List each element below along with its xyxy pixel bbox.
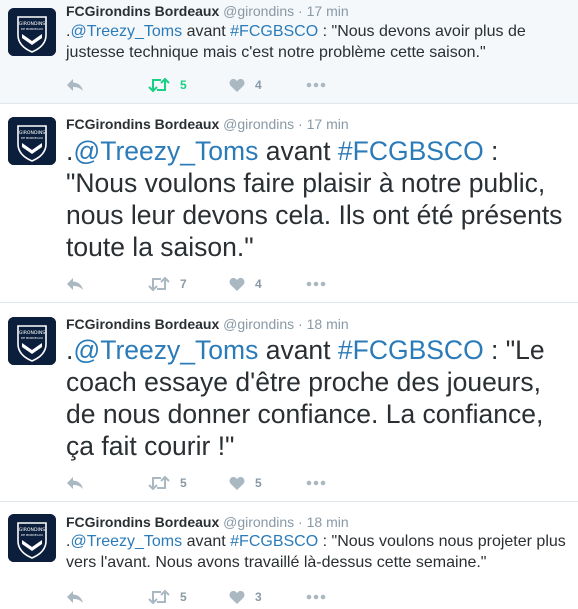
text-mid: avant <box>182 533 231 550</box>
tweet-header: FCGirondins Bordeaux @girondins · 18 min <box>66 315 570 333</box>
author-fullname[interactable]: FCGirondins Bordeaux <box>66 514 219 530</box>
separator-dot: · <box>298 3 303 19</box>
logo-text-bottom: DE BORDEAUX <box>21 533 43 537</box>
more-icon <box>306 82 326 88</box>
author-handle[interactable]: @girondins <box>223 116 294 132</box>
retweet-count: 5 <box>180 78 187 92</box>
tweet-text: .@Treezy_Toms avant #FCGBSCO : "Nous vou… <box>66 531 570 573</box>
reply-icon <box>67 278 83 290</box>
logo-text-bottom: DE BORDEAUX <box>21 336 43 340</box>
author-fullname[interactable]: FCGirondins Bordeaux <box>66 3 219 19</box>
logo-text-bottom: DE BORDEAUX <box>21 136 43 140</box>
timestamp[interactable]: 17 min <box>307 3 349 19</box>
timestamp[interactable]: 18 min <box>307 514 349 530</box>
tweet[interactable]: GIRONDINS DE BORDEAUX FCGirondins Bordea… <box>0 503 578 609</box>
author-handle[interactable]: @girondins <box>223 514 294 530</box>
hashtag-link[interactable]: #FCGBSCO <box>230 533 318 550</box>
more-button[interactable] <box>306 274 326 294</box>
like-button[interactable]: 3 <box>229 587 262 607</box>
mention-link[interactable]: @Treezy_Toms <box>73 136 258 166</box>
tweet-actions: 5 5 <box>66 473 346 493</box>
tweet[interactable]: GIRONDINS DE BORDEAUX FCGirondins Bordea… <box>0 0 578 104</box>
tweet[interactable]: GIRONDINS DE BORDEAUX FCGirondins Bordea… <box>0 304 578 502</box>
logo-text-bottom: DE BORDEAUX <box>21 27 43 31</box>
heart-icon <box>229 590 245 604</box>
like-count: 5 <box>255 476 262 490</box>
girondins-crest-logo: GIRONDINS DE BORDEAUX <box>8 317 56 365</box>
retweet-icon <box>148 77 170 93</box>
reply-icon <box>67 79 83 91</box>
retweet-count: 5 <box>180 476 187 490</box>
reply-icon <box>67 477 83 489</box>
avatar[interactable]: GIRONDINS DE BORDEAUX <box>8 317 56 365</box>
separator-dot: · <box>298 116 303 132</box>
retweet-icon <box>148 589 170 605</box>
girondins-crest-logo: GIRONDINS DE BORDEAUX <box>8 8 56 56</box>
retweet-button[interactable]: 5 <box>148 473 187 493</box>
more-icon <box>306 480 326 486</box>
text-mid: avant <box>258 136 338 166</box>
hashtag-link[interactable]: #FCGBSCO <box>338 136 484 166</box>
author-handle[interactable]: @girondins <box>223 3 294 19</box>
like-count: 4 <box>255 78 262 92</box>
heart-icon <box>229 476 245 490</box>
tweet-header: FCGirondins Bordeaux @girondins · 17 min <box>66 115 570 133</box>
retweet-button[interactable]: 5 <box>148 587 187 607</box>
author-fullname[interactable]: FCGirondins Bordeaux <box>66 316 219 332</box>
tweet-text: .@Treezy_Toms avant #FCGBSCO : "Nous vou… <box>66 135 570 263</box>
tweet-actions: 5 4 <box>66 75 346 95</box>
separator-dot: · <box>298 316 303 332</box>
text-mid: avant <box>182 23 231 40</box>
hashtag-link[interactable]: #FCGBSCO <box>338 335 484 365</box>
like-button[interactable]: 5 <box>229 473 262 493</box>
tweet-actions: 5 3 <box>66 587 346 607</box>
tweet-text: .@Treezy_Toms avant #FCGBSCO : "Le coach… <box>66 334 570 462</box>
author-handle[interactable]: @girondins <box>223 316 294 332</box>
retweet-count: 7 <box>180 277 187 291</box>
girondins-crest-logo: GIRONDINS DE BORDEAUX <box>8 117 56 165</box>
mention-link[interactable]: @Treezy_Toms <box>70 23 182 40</box>
tweet[interactable]: GIRONDINS DE BORDEAUX FCGirondins Bordea… <box>0 105 578 303</box>
like-count: 3 <box>255 590 262 604</box>
tweet-text: .@Treezy_Toms avant #FCGBSCO : "Nous dev… <box>66 21 570 63</box>
mention-link[interactable]: @Treezy_Toms <box>70 533 182 550</box>
reply-icon <box>67 591 83 603</box>
heart-icon <box>229 277 245 291</box>
more-button[interactable] <box>306 75 326 95</box>
timestamp[interactable]: 17 min <box>307 116 349 132</box>
more-icon <box>306 594 326 600</box>
timestamp[interactable]: 18 min <box>307 316 349 332</box>
reply-button[interactable] <box>66 473 84 493</box>
more-button[interactable] <box>306 473 326 493</box>
avatar[interactable]: GIRONDINS DE BORDEAUX <box>8 514 56 562</box>
retweet-icon <box>148 475 170 491</box>
hashtag-link[interactable]: #FCGBSCO <box>230 23 318 40</box>
reply-button[interactable] <box>66 587 84 607</box>
retweet-button[interactable]: 5 <box>148 75 187 95</box>
author-fullname[interactable]: FCGirondins Bordeaux <box>66 116 219 132</box>
retweet-icon <box>148 276 170 292</box>
avatar[interactable]: GIRONDINS DE BORDEAUX <box>8 117 56 165</box>
tweet-header: FCGirondins Bordeaux @girondins · 18 min <box>66 513 570 531</box>
like-button[interactable]: 4 <box>229 274 262 294</box>
tweet-header: FCGirondins Bordeaux @girondins · 17 min <box>66 2 570 20</box>
separator-dot: · <box>298 514 303 530</box>
tweet-actions: 7 4 <box>66 274 346 294</box>
retweet-count: 5 <box>180 590 187 604</box>
more-icon <box>306 281 326 287</box>
heart-icon <box>229 78 245 92</box>
reply-button[interactable] <box>66 75 84 95</box>
reply-button[interactable] <box>66 274 84 294</box>
like-count: 4 <box>255 277 262 291</box>
avatar[interactable]: GIRONDINS DE BORDEAUX <box>8 8 56 56</box>
girondins-crest-logo: GIRONDINS DE BORDEAUX <box>8 514 56 562</box>
retweet-button[interactable]: 7 <box>148 274 187 294</box>
more-button[interactable] <box>306 587 326 607</box>
like-button[interactable]: 4 <box>229 75 262 95</box>
mention-link[interactable]: @Treezy_Toms <box>73 335 258 365</box>
text-mid: avant <box>258 335 338 365</box>
